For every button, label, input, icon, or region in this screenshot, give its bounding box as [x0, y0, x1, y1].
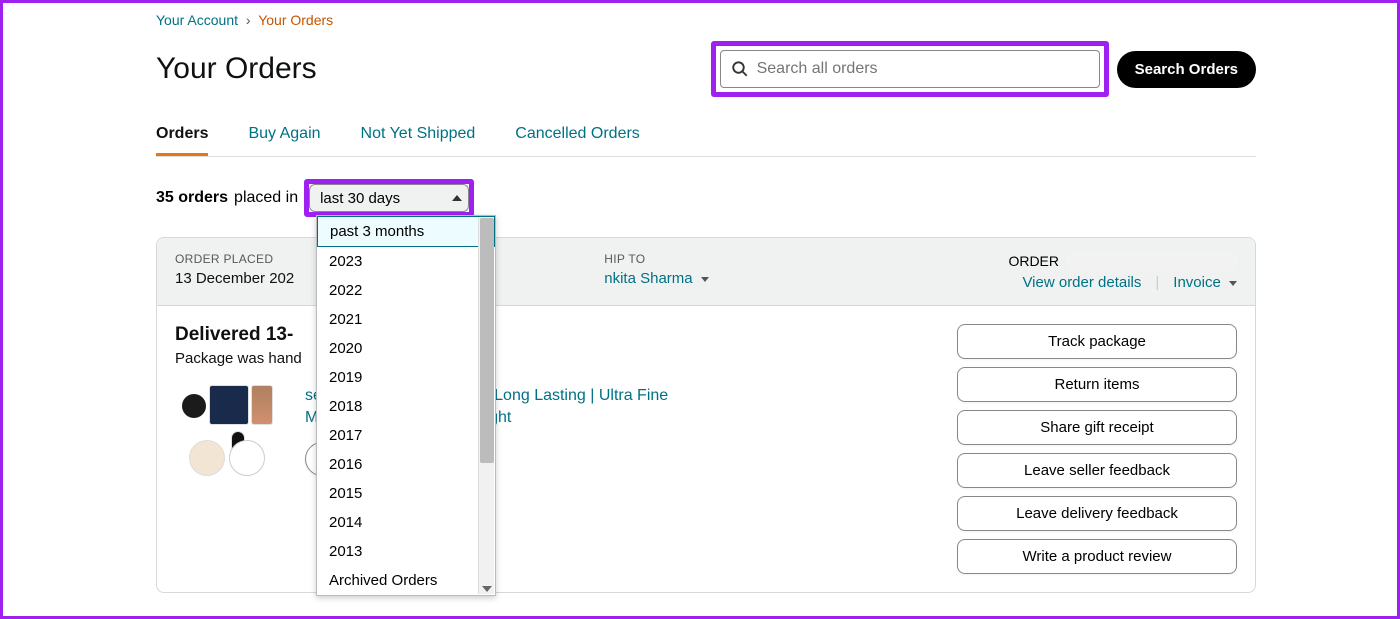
- search-input[interactable]: [757, 60, 1089, 78]
- dropdown-option[interactable]: 2020: [317, 334, 495, 363]
- search-orders-button[interactable]: Search Orders: [1117, 51, 1256, 88]
- search-icon: [731, 60, 749, 78]
- date-range-select[interactable]: last 30 days: [309, 184, 469, 212]
- dropdown-option[interactable]: 2019: [317, 363, 495, 392]
- ship-to-label: HIP TO: [604, 252, 709, 266]
- dropdown-option[interactable]: 2022: [317, 276, 495, 305]
- breadcrumb-sep: ›: [246, 12, 251, 28]
- breadcrumb: Your Account › Your Orders: [156, 9, 1256, 31]
- dropdown-option[interactable]: 2016: [317, 450, 495, 479]
- order-id-blurred: [1067, 252, 1237, 270]
- order-id-label: ORDER: [1008, 253, 1059, 269]
- dropdown-option[interactable]: 2017: [317, 421, 495, 450]
- track-package-button[interactable]: Track package: [957, 324, 1237, 359]
- ship-to-name: nkita Sharma: [604, 270, 692, 287]
- filter-row: 35 orders placed in last 30 days past 3 …: [156, 179, 1256, 217]
- order-count: 35 orders: [156, 189, 228, 207]
- dropdown-option[interactable]: 2013: [317, 537, 495, 566]
- page-title: Your Orders: [156, 52, 317, 86]
- delivered-title: Delivered 13-: [175, 324, 937, 346]
- chevron-down-icon: [1229, 281, 1237, 286]
- tab-not-yet-shipped[interactable]: Not Yet Shipped: [361, 125, 476, 156]
- dropdown-option[interactable]: 2014: [317, 508, 495, 537]
- invoice-link[interactable]: Invoice: [1173, 274, 1237, 291]
- chevron-up-icon: [452, 195, 462, 201]
- tab-cancelled-orders[interactable]: Cancelled Orders: [515, 125, 640, 156]
- product-thumbnails[interactable]: [175, 385, 285, 485]
- dropdown-option[interactable]: 2023: [317, 247, 495, 276]
- dropdown-scrollbar[interactable]: [478, 217, 494, 594]
- thumb-icon: [229, 440, 265, 476]
- delivered-subtitle: Package was hand: [175, 350, 937, 367]
- dropdown-option[interactable]: 2015: [317, 479, 495, 508]
- tab-buy-again[interactable]: Buy Again: [248, 125, 320, 156]
- dropdown-option[interactable]: 2018: [317, 392, 495, 421]
- scroll-down-icon: [482, 586, 492, 592]
- link-divider: |: [1155, 274, 1159, 291]
- write-product-review-button[interactable]: Write a product review: [957, 539, 1237, 574]
- order-placed-value: 13 December 202: [175, 270, 294, 287]
- dropdown-option[interactable]: Archived Orders: [317, 566, 495, 595]
- chevron-down-icon: [701, 277, 709, 282]
- thumb-icon: [251, 385, 273, 425]
- ship-to-value[interactable]: nkita Sharma: [604, 270, 709, 287]
- thumb-icon: [189, 440, 225, 476]
- leave-seller-feedback-button[interactable]: Leave seller feedback: [957, 453, 1237, 488]
- search-box[interactable]: [720, 50, 1100, 88]
- dropdown-option[interactable]: 2021: [317, 305, 495, 334]
- breadcrumb-your-orders: Your Orders: [258, 12, 333, 28]
- search-highlight: [711, 41, 1109, 97]
- tabs: Orders Buy Again Not Yet Shipped Cancell…: [156, 125, 1256, 157]
- date-select-highlight: last 30 days: [304, 179, 474, 217]
- return-items-button[interactable]: Return items: [957, 367, 1237, 402]
- placed-in-text: placed in: [234, 189, 298, 207]
- order-actions: Track package Return items Share gift re…: [957, 324, 1237, 574]
- date-range-dropdown: past 3 months 2023 2022 2021 2020 2019 2…: [316, 215, 496, 596]
- order-placed-label: ORDER PLACED: [175, 252, 294, 266]
- scrollbar-thumb[interactable]: [480, 218, 494, 463]
- dropdown-option[interactable]: past 3 months: [317, 216, 495, 247]
- date-range-selected: last 30 days: [320, 190, 400, 207]
- invoice-text: Invoice: [1173, 274, 1221, 291]
- share-gift-receipt-button[interactable]: Share gift receipt: [957, 410, 1237, 445]
- breadcrumb-your-account[interactable]: Your Account: [156, 12, 238, 28]
- leave-delivery-feedback-button[interactable]: Leave delivery feedback: [957, 496, 1237, 531]
- tab-orders[interactable]: Orders: [156, 125, 208, 156]
- thumb-icon: [209, 385, 249, 425]
- view-order-details-link[interactable]: View order details: [1022, 274, 1141, 291]
